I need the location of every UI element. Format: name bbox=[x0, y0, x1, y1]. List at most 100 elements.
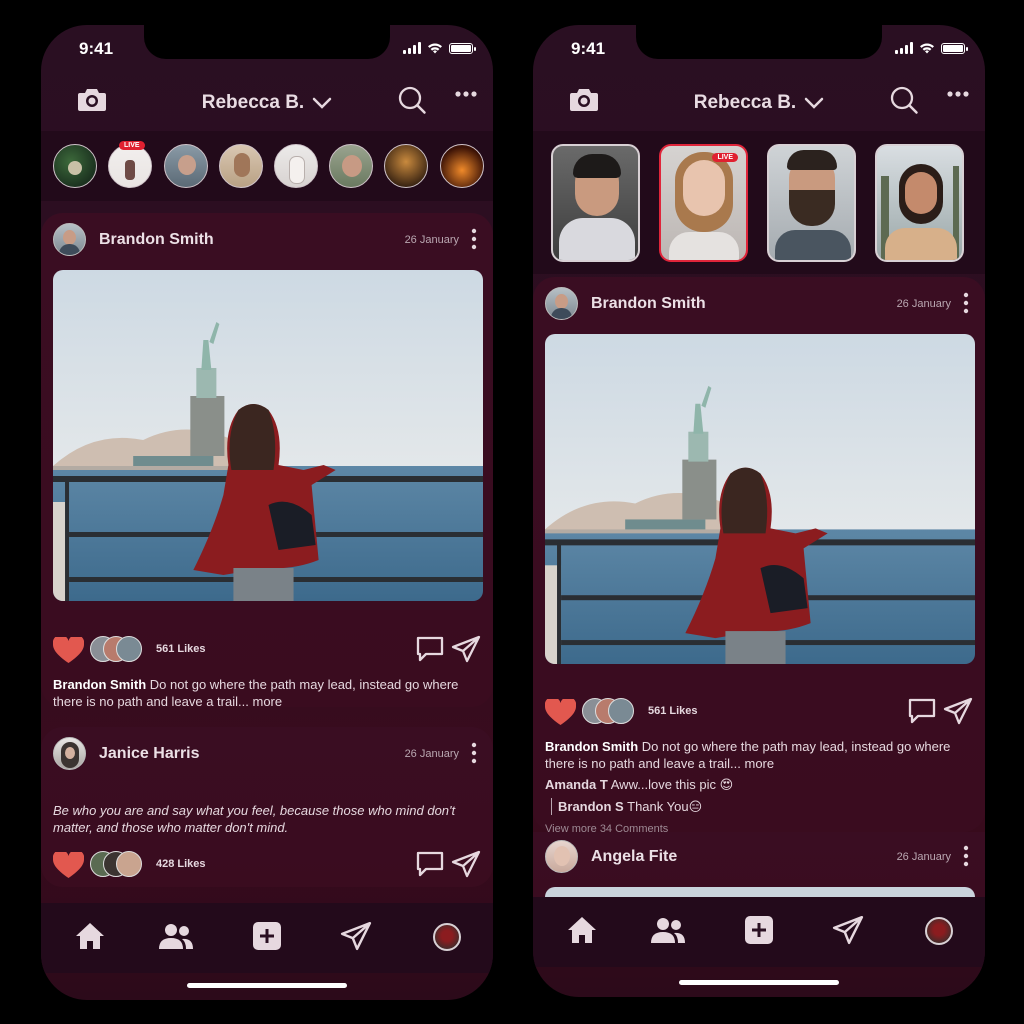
send-icon[interactable] bbox=[832, 915, 864, 945]
more-vertical-icon[interactable] bbox=[963, 845, 969, 867]
status-time: 9:41 bbox=[79, 39, 114, 58]
statue-of-liberty-photo bbox=[53, 270, 483, 601]
post-photo[interactable] bbox=[53, 270, 483, 601]
more-link[interactable]: more bbox=[252, 694, 282, 709]
profile-icon[interactable] bbox=[925, 917, 953, 945]
story-card[interactable] bbox=[875, 144, 964, 262]
send-icon[interactable] bbox=[943, 697, 973, 725]
post-author[interactable]: Brandon Smith bbox=[99, 231, 214, 249]
likes-count[interactable]: 561 Likes bbox=[156, 643, 206, 655]
more-vertical-icon[interactable] bbox=[963, 292, 969, 314]
battery-icon bbox=[449, 42, 476, 54]
more-options-icon[interactable] bbox=[455, 85, 477, 115]
story-card[interactable] bbox=[767, 144, 856, 262]
post-card: Brandon Smith 26 January 561 Likes Brand… bbox=[533, 277, 985, 835]
likers-avatars[interactable] bbox=[90, 850, 150, 880]
comment-icon[interactable] bbox=[415, 850, 445, 878]
top-bar: Rebecca B. bbox=[533, 75, 985, 131]
more-vertical-icon[interactable] bbox=[471, 742, 477, 764]
heart-icon[interactable] bbox=[53, 852, 84, 879]
post-actions: 561 Likes bbox=[53, 635, 481, 665]
friends-icon[interactable] bbox=[649, 915, 687, 945]
avatar[interactable] bbox=[545, 840, 578, 873]
story-card-live[interactable]: LIVE bbox=[659, 144, 748, 262]
avatar[interactable] bbox=[53, 223, 86, 256]
home-icon[interactable] bbox=[566, 915, 598, 945]
home-indicator bbox=[187, 983, 347, 988]
live-badge: LIVE bbox=[712, 153, 738, 162]
avatar[interactable] bbox=[53, 737, 86, 770]
story-avatar-live[interactable]: LIVE bbox=[108, 141, 152, 188]
post-author[interactable]: Brandon Smith bbox=[591, 295, 706, 313]
add-post-icon[interactable] bbox=[252, 921, 282, 951]
comment-text: Thank You bbox=[627, 799, 689, 814]
notch bbox=[144, 25, 390, 59]
heart-icon[interactable] bbox=[53, 637, 84, 664]
add-post-icon[interactable] bbox=[744, 915, 774, 945]
send-icon[interactable] bbox=[340, 921, 372, 951]
search-icon[interactable] bbox=[889, 85, 919, 115]
story-avatar[interactable] bbox=[440, 144, 484, 188]
cellular-signal-icon bbox=[895, 42, 913, 54]
post-actions: 561 Likes bbox=[545, 697, 973, 727]
friends-icon[interactable] bbox=[157, 921, 195, 951]
post-date: 26 January bbox=[896, 298, 951, 310]
post-caption: Brandon Smith Do not go where the path m… bbox=[53, 676, 479, 710]
comments-section: Amanda T Aww...love this pic 😍 Brandon S… bbox=[545, 776, 971, 838]
comment-author[interactable]: Amanda T bbox=[545, 777, 608, 792]
wifi-icon bbox=[920, 43, 934, 54]
comment-icon[interactable] bbox=[415, 635, 445, 663]
status-time: 9:41 bbox=[571, 39, 606, 58]
story-avatar[interactable] bbox=[164, 144, 208, 188]
comment-icon[interactable] bbox=[907, 697, 937, 725]
cellular-signal-icon bbox=[403, 42, 421, 54]
story-avatar[interactable] bbox=[329, 144, 373, 188]
story-avatar[interactable] bbox=[219, 144, 263, 188]
live-badge: LIVE bbox=[119, 141, 145, 150]
more-link[interactable]: more bbox=[744, 756, 774, 771]
post-card: Brandon Smith 26 January 561 Likes Brand… bbox=[41, 213, 493, 710]
account-name: Rebecca B. bbox=[693, 92, 797, 113]
likes-count[interactable]: 561 Likes bbox=[648, 705, 698, 717]
likers-avatars[interactable] bbox=[582, 697, 642, 727]
story-card[interactable] bbox=[551, 144, 640, 262]
story-avatar[interactable] bbox=[274, 144, 318, 188]
comment-text: Aww...love this pic bbox=[610, 777, 717, 792]
comment-reply: Brandon S Thank You😑 bbox=[551, 798, 971, 815]
post-caption: Brandon Smith Do not go where the path m… bbox=[545, 738, 971, 772]
avatar[interactable] bbox=[545, 287, 578, 320]
post-date: 26 January bbox=[404, 234, 459, 246]
profile-icon[interactable] bbox=[433, 923, 461, 951]
post-photo[interactable] bbox=[545, 334, 975, 664]
post-author[interactable]: Janice Harris bbox=[99, 745, 200, 763]
story-avatar[interactable] bbox=[53, 144, 97, 188]
likers-avatars[interactable] bbox=[90, 635, 150, 665]
send-icon[interactable] bbox=[451, 850, 481, 878]
likes-count[interactable]: 428 Likes bbox=[156, 858, 206, 870]
bottom-nav bbox=[533, 897, 985, 967]
avatar bbox=[116, 851, 142, 877]
post-card: Janice Harris 26 January Be who you are … bbox=[41, 727, 493, 887]
post-actions: 428 Likes bbox=[53, 850, 481, 880]
comment-author[interactable]: Brandon S bbox=[558, 799, 624, 814]
post-date: 26 January bbox=[896, 851, 951, 863]
more-options-icon[interactable] bbox=[947, 85, 969, 115]
chevron-down-icon bbox=[804, 97, 824, 109]
story-avatar[interactable] bbox=[384, 144, 428, 188]
search-icon[interactable] bbox=[397, 85, 427, 115]
stories-row: LIVE bbox=[533, 131, 985, 274]
account-name: Rebecca B. bbox=[201, 92, 305, 113]
battery-icon bbox=[941, 42, 968, 54]
home-icon[interactable] bbox=[74, 921, 106, 951]
wifi-icon bbox=[428, 43, 442, 54]
statue-of-liberty-photo bbox=[545, 334, 975, 664]
send-icon[interactable] bbox=[451, 635, 481, 663]
post-author[interactable]: Angela Fite bbox=[591, 848, 677, 866]
caption-author[interactable]: Brandon Smith bbox=[53, 677, 146, 692]
heart-icon[interactable] bbox=[545, 699, 576, 726]
more-vertical-icon[interactable] bbox=[471, 228, 477, 250]
caption-author[interactable]: Brandon Smith bbox=[545, 739, 638, 754]
chevron-down-icon bbox=[312, 97, 332, 109]
notch bbox=[636, 25, 882, 59]
post-header: Janice Harris 26 January bbox=[53, 737, 481, 773]
